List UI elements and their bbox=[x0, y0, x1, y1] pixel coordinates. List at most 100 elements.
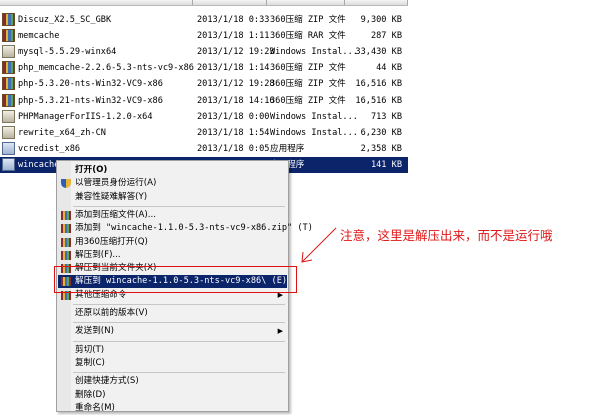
file-name: PHPManagerForIIS-1.2.0-x64 bbox=[18, 111, 153, 122]
file-type: Windows Instal... bbox=[270, 47, 358, 58]
file-size: 287 KB bbox=[370, 31, 402, 42]
file-type: 360压缩 ZIP 文件 bbox=[270, 79, 346, 90]
installer-icon bbox=[2, 109, 15, 123]
file-size: 44 KB bbox=[376, 63, 402, 74]
file-date: 2013/1/12 19:28 bbox=[197, 79, 275, 90]
header-divider[interactable] bbox=[266, 0, 267, 5]
archive-icon bbox=[61, 237, 71, 247]
file-name: rewrite_x64_zh-CN bbox=[18, 127, 106, 138]
archive-icon bbox=[61, 224, 71, 234]
file-name: vcredist_x86 bbox=[18, 143, 81, 154]
submenu-arrow-icon: ▶ bbox=[277, 327, 283, 336]
exe-icon bbox=[2, 141, 15, 155]
header-divider[interactable] bbox=[407, 0, 408, 5]
file-date: 2013/1/18 0:05 bbox=[197, 143, 270, 154]
file-size: 16,516 KB bbox=[355, 95, 402, 106]
menu-item-label: 以管理员身份运行(A) bbox=[75, 178, 157, 189]
annotation-note: 注意，这里是解压出来，而不是运行哦 bbox=[340, 228, 553, 243]
menu-item-label: 还原以前的版本(V) bbox=[75, 308, 148, 318]
file-type: 360压缩 ZIP 文件 bbox=[270, 95, 346, 106]
file-type: 360压缩 ZIP 文件 bbox=[270, 63, 346, 74]
file-name: memcache bbox=[18, 31, 60, 42]
menu-item-label: 发送到(N) bbox=[75, 326, 114, 337]
menu-item[interactable]: 以管理员身份运行(A) bbox=[58, 177, 287, 190]
archive-icon bbox=[61, 250, 71, 260]
menu-item[interactable]: 剪切(T) bbox=[58, 344, 287, 357]
menu-item-label: 添加到 "wincache-1.1.0-5.3-nts-vc9-x86.zip"… bbox=[75, 223, 313, 234]
menu-item-label: 创建快捷方式(S) bbox=[75, 376, 139, 387]
menu-item[interactable]: 删除(D) bbox=[58, 389, 287, 402]
file-row[interactable]: mysql-5.5.29-winx64 2013/1/12 19:23 Window… bbox=[0, 44, 408, 60]
archive-icon bbox=[2, 93, 15, 107]
menu-separator bbox=[73, 372, 285, 374]
menu-item-label: 剪切(T) bbox=[75, 344, 105, 355]
file-type: 360压缩 ZIP 文件 bbox=[270, 15, 346, 25]
file-date: 2013/1/12 19:23 bbox=[197, 47, 275, 58]
menu-item[interactable]: 打开(O) bbox=[58, 164, 287, 177]
file-type: Windows Instal... bbox=[270, 111, 358, 122]
file-size: 33,430 KB bbox=[355, 47, 402, 58]
installer-icon bbox=[2, 45, 15, 59]
file-type: Windows Instal... bbox=[270, 127, 358, 138]
file-row[interactable]: php-5.3.21-nts-Win32-VC9-x86 2013/1/18 14… bbox=[0, 93, 408, 109]
file-size: 9,300 KB bbox=[360, 15, 402, 25]
exe-icon bbox=[2, 157, 15, 171]
file-name: php-5.3.21-nts-Win32-VC9-x86 bbox=[18, 95, 163, 106]
header-divider[interactable] bbox=[192, 0, 193, 5]
menu-item[interactable]: 重命名(M) bbox=[58, 402, 287, 415]
menu-item[interactable]: 创建快捷方式(S) bbox=[58, 375, 287, 388]
menu-item-label: 用360压缩打开(Q) bbox=[75, 236, 148, 247]
menu-item-label: 添加到压缩文件(A)... bbox=[75, 209, 156, 220]
menu-separator bbox=[73, 340, 285, 342]
file-date: 2013/1/18 0:33 bbox=[197, 15, 270, 25]
file-row[interactable]: Discuz_X2.5_SC_GBK 2013/1/18 0:33 360压缩 ZI… bbox=[0, 12, 408, 28]
menu-item[interactable]: 还原以前的版本(V) bbox=[58, 307, 287, 320]
file-name: php_memcache-2.2.6-5.3-nts-vc9-x86 bbox=[18, 63, 194, 74]
menu-item[interactable]: 兼容性疑难解答(Y) bbox=[58, 191, 287, 204]
menu-separator bbox=[73, 205, 285, 207]
file-row[interactable]: rewrite_x64_zh-CN 2013/1/18 1:54 Windows I… bbox=[0, 125, 408, 141]
installer-icon bbox=[2, 125, 15, 139]
file-size: 141 KB bbox=[370, 159, 402, 170]
file-row[interactable]: memcache 2013/1/18 1:11 360压缩 RAR 文件 287 KB bbox=[0, 28, 408, 44]
file-name: php-5.3.20-nts-Win32-VC9-x86 bbox=[18, 79, 163, 90]
shield-icon bbox=[61, 179, 71, 189]
archive-icon bbox=[61, 210, 71, 220]
archive-icon bbox=[2, 61, 15, 75]
menu-item[interactable]: 添加到压缩文件(A)... bbox=[58, 209, 287, 222]
file-row[interactable]: php_memcache-2.2.6-5.3-nts-vc9-x86 2013/1… bbox=[0, 60, 408, 76]
file-name: Discuz_X2.5_SC_GBK bbox=[18, 15, 112, 25]
file-date: 2013/1/18 1:11 bbox=[197, 31, 270, 42]
archive-icon bbox=[2, 29, 15, 43]
menu-separator bbox=[73, 322, 285, 324]
file-date: 2013/1/18 1:14 bbox=[197, 63, 270, 74]
menu-item-label: 兼容性疑难解答(Y) bbox=[75, 191, 148, 202]
menu-separator bbox=[73, 304, 285, 305]
file-row[interactable]: vcredist_x86 2013/1/18 0:05 应用程序 2,358 KB bbox=[0, 141, 408, 157]
menu-item[interactable]: 复制(C) bbox=[58, 357, 287, 370]
file-name: mysql-5.5.29-winx64 bbox=[18, 47, 117, 58]
menu-item[interactable]: 用360压缩打开(Q) bbox=[58, 236, 287, 249]
menu-item-label: 删除(D) bbox=[75, 389, 106, 400]
menu-item-label: 复制(C) bbox=[75, 357, 105, 368]
file-size: 6,230 KB bbox=[360, 127, 402, 138]
file-size: 16,516 KB bbox=[355, 79, 402, 90]
archive-icon bbox=[2, 13, 15, 26]
file-date: 2013/1/18 14:16 bbox=[197, 95, 275, 106]
header-divider[interactable] bbox=[344, 0, 345, 5]
file-date: 2013/1/18 0:00 bbox=[197, 111, 270, 122]
menu-item-label: 解压到(F)... bbox=[75, 249, 121, 260]
menu-item[interactable]: 发送到(N) ▶ bbox=[58, 325, 287, 338]
menu-item-label: 重命名(M) bbox=[75, 402, 115, 413]
archive-icon bbox=[2, 77, 15, 91]
file-row[interactable]: php-5.3.20-nts-Win32-VC9-x86 2013/1/12 19… bbox=[0, 76, 408, 92]
menu-item[interactable]: 解压到(F)... bbox=[58, 249, 287, 262]
file-type: 应用程序 bbox=[270, 143, 305, 154]
file-date: 2013/1/18 1:54 bbox=[197, 127, 270, 138]
file-size: 713 KB bbox=[370, 111, 402, 122]
column-header bbox=[0, 0, 408, 6]
menu-item[interactable]: 添加到 "wincache-1.1.0-5.3-nts-vc9-x86.zip"… bbox=[58, 222, 313, 235]
file-row[interactable]: PHPManagerForIIS-1.2.0-x64 2013/1/18 0:00… bbox=[0, 109, 408, 125]
menu-item-label: 打开(O) bbox=[75, 165, 108, 175]
file-size: 2,358 KB bbox=[360, 143, 402, 154]
